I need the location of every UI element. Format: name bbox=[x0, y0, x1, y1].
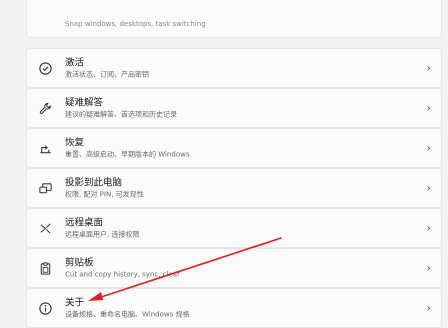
settings-item-subtitle: 远程桌面用户, 连接权限 bbox=[65, 230, 140, 239]
settings-item-subtitle: Snap windows, desktops, task switching bbox=[65, 20, 206, 28]
settings-item-project[interactable]: 投影到此电脑 权限, 配对 PIN, 可发现性 › bbox=[26, 168, 442, 208]
settings-item-subtitle: Cut and copy history, sync, clear bbox=[65, 270, 180, 279]
settings-item-subtitle: 设备规格、重命名电脑、Windows 规格 bbox=[65, 310, 190, 319]
settings-item-title: 关于 bbox=[65, 297, 85, 309]
settings-item-multitasking[interactable]: Snap windows, desktops, task switching bbox=[26, 0, 442, 38]
settings-item-title: 疑难解答 bbox=[65, 97, 104, 109]
remote-desktop-icon bbox=[37, 220, 53, 236]
settings-item-troubleshoot[interactable]: 疑难解答 建议的疑难解答、首选项和历史记录 › bbox=[26, 88, 442, 128]
settings-item-title: 投影到此电脑 bbox=[65, 177, 123, 189]
settings-item-subtitle: 权限, 配对 PIN, 可发现性 bbox=[65, 190, 144, 199]
chevron-right-icon: › bbox=[426, 301, 431, 315]
chevron-right-icon: › bbox=[426, 261, 431, 275]
settings-item-clipboard[interactable]: 剪贴板 Cut and copy history, sync, clear › bbox=[26, 248, 442, 288]
settings-item-subtitle: 重置、高级启动、早期版本的 Windows bbox=[65, 150, 190, 159]
settings-list: Snap windows, desktops, task switching 激… bbox=[26, 0, 446, 328]
recovery-icon bbox=[37, 140, 53, 156]
settings-item-subtitle: 激活状态、订阅、产品密钥 bbox=[65, 70, 149, 79]
info-icon bbox=[37, 300, 53, 316]
settings-item-title: 剪贴板 bbox=[65, 257, 94, 269]
settings-item-recovery[interactable]: 恢复 重置、高级启动、早期版本的 Windows › bbox=[26, 128, 442, 168]
settings-item-title: 远程桌面 bbox=[65, 217, 104, 229]
project-icon bbox=[37, 180, 53, 196]
settings-item-remote-desktop[interactable]: 远程桌面 远程桌面用户, 连接权限 › bbox=[26, 208, 442, 248]
chevron-right-icon: › bbox=[426, 181, 431, 195]
chevron-right-icon: › bbox=[426, 101, 431, 115]
chevron-right-icon: › bbox=[426, 221, 431, 235]
clipboard-icon bbox=[37, 260, 53, 276]
settings-item-activation[interactable]: 激活 激活状态、订阅、产品密钥 › bbox=[26, 48, 442, 88]
wrench-icon bbox=[37, 100, 53, 116]
settings-item-title: 激活 bbox=[65, 57, 85, 69]
settings-item-about[interactable]: 关于 设备规格、重命名电脑、Windows 规格 › bbox=[26, 288, 442, 328]
chevron-right-icon: › bbox=[426, 141, 431, 155]
chevron-right-icon: › bbox=[426, 61, 431, 75]
check-circle-icon bbox=[37, 60, 53, 76]
settings-item-title: 恢复 bbox=[65, 137, 85, 149]
settings-item-subtitle: 建议的疑难解答、首选项和历史记录 bbox=[65, 110, 177, 119]
